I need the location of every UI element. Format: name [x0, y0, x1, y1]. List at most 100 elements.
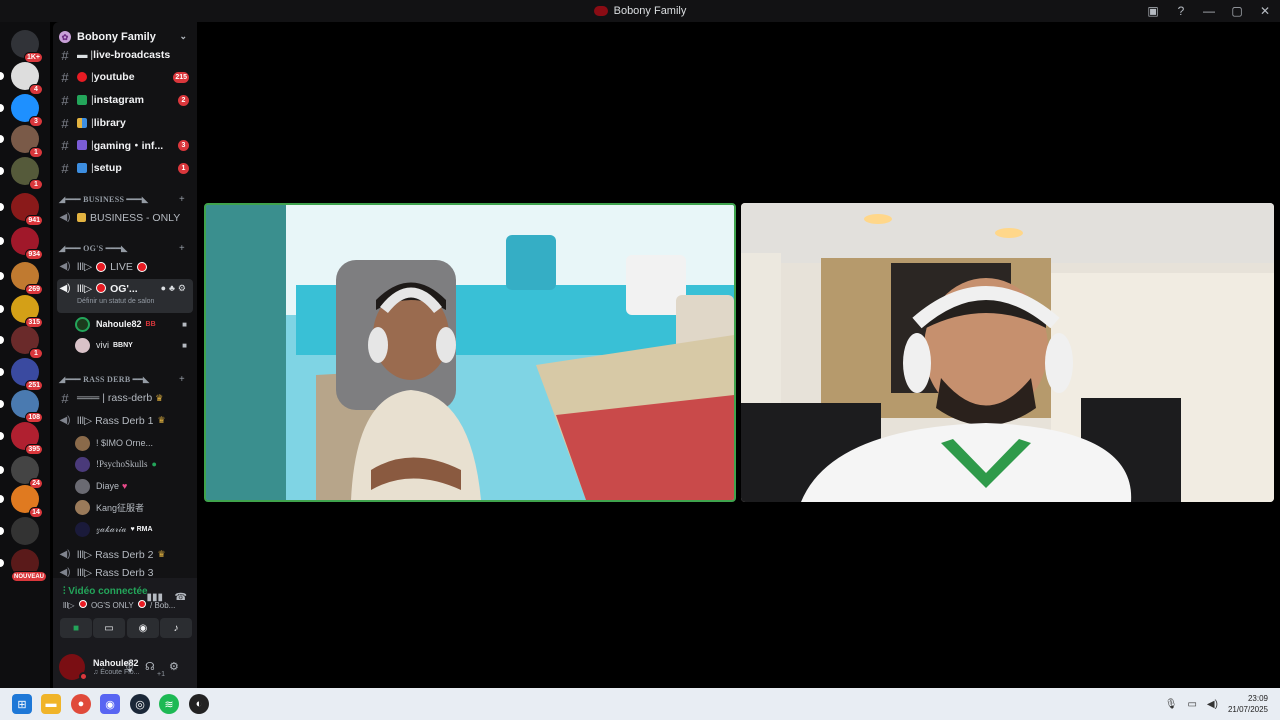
voice-channel-rass-derb-2[interactable]: ◀) lll▷ Rass Derb 2 ♛	[57, 544, 193, 565]
server-icon-server-3[interactable]: 3	[0, 94, 43, 127]
voice-user[interactable]: 𝓏𝒶𝓀𝒶𝓇𝒾𝒶 ♥ RMA	[75, 519, 191, 539]
settings-gear-icon[interactable]: ⚙	[169, 660, 179, 673]
chevron-down-icon[interactable]: ⌄	[179, 31, 187, 42]
monitor-icon	[77, 163, 87, 173]
gamepad-icon: ◉	[138, 622, 148, 634]
disconnect-icon[interactable]: ☎	[175, 592, 187, 603]
mention-badge: 14	[29, 507, 43, 518]
voice-user[interactable]: Kang征服者	[75, 497, 191, 517]
red-circle-icon	[78, 600, 87, 608]
channel-youtube[interactable]: # | youtube 215	[57, 67, 193, 87]
unread-pip	[0, 104, 4, 112]
minimize-icon[interactable]: —	[1202, 4, 1216, 18]
maximize-icon[interactable]: ▢	[1230, 4, 1244, 18]
channel-instagram[interactable]: # | instagram 2	[57, 90, 193, 110]
mention-badge: 2	[178, 95, 189, 106]
voice-channel-og-only[interactable]: ◀) lll▷ OG'... Définir un statut de salo…	[57, 279, 193, 313]
discord-icon[interactable]: ◉	[100, 694, 120, 714]
channel-live-broadcasts[interactable]: # ▬ | live-broadcasts	[57, 48, 193, 62]
camera-button[interactable]: ■	[60, 618, 92, 638]
help-icon[interactable]: ?	[1174, 4, 1188, 18]
add-channel-icon[interactable]: +	[179, 243, 185, 254]
lock-icon	[77, 213, 86, 222]
voice-channel-business[interactable]: ◀) BUSINESS - ONLY	[57, 207, 193, 228]
add-channel-icon[interactable]: +	[179, 194, 185, 205]
server-icon-server-4[interactable]: 1	[0, 125, 43, 158]
server-icon-server-5[interactable]: 1	[0, 157, 43, 190]
server-icon-server-15[interactable]: 14	[0, 485, 43, 518]
channel-name: Rass Derb 2	[95, 548, 154, 561]
channel-status[interactable]: Définir un statut de salon	[77, 298, 154, 305]
activity-button[interactable]: ◉	[127, 618, 159, 638]
steam-icon[interactable]: ◎	[130, 694, 150, 714]
channel-setup[interactable]: # | setup 1	[57, 158, 193, 178]
unread-pip	[0, 336, 4, 344]
server-icon-server-16[interactable]	[0, 517, 39, 545]
server-icon-server-11[interactable]: 251	[0, 358, 43, 391]
microphone-icon[interactable]: 🎙	[122, 660, 136, 673]
server-avatar	[11, 517, 39, 545]
user-tag: BBNY	[113, 341, 133, 349]
inbox-icon[interactable]: ▣	[1146, 4, 1160, 18]
server-icon-server-9[interactable]: 315	[0, 295, 43, 328]
windows-taskbar: ⊞ ▬ ● ◉ ◎ ≋ ◐ 🎙 ▭ ◀) 23:09 21/07/2025	[0, 688, 1280, 720]
voice-status[interactable]: ⫶ Vidéo connectée	[63, 586, 148, 597]
screen-share-button[interactable]: ▭	[93, 618, 125, 638]
channel-library[interactable]: # | library	[57, 113, 193, 133]
voice-channel-live[interactable]: ◀) lll▷ LIVE	[57, 256, 193, 277]
unread-pip	[0, 305, 4, 313]
add-channel-icon[interactable]: +	[179, 374, 185, 385]
video-tile[interactable]	[741, 203, 1274, 502]
avatar	[75, 521, 90, 537]
server-icon-home[interactable]: 1K+	[11, 30, 43, 63]
voice-user[interactable]: !PsychoSkulls ●	[75, 454, 191, 474]
volume-icon[interactable]: ◀)	[1207, 699, 1218, 710]
voice-user[interactable]: vivi BBNY ■	[75, 335, 191, 355]
app-icon[interactable]: ◐	[189, 694, 209, 714]
microphone-icon[interactable]: 🎙	[1165, 699, 1178, 710]
server-icon-server-12[interactable]: 108	[0, 390, 43, 423]
unread-pip	[0, 167, 4, 175]
server-icon-server-14[interactable]: 24	[0, 456, 43, 489]
unread-pip	[0, 272, 4, 280]
clock[interactable]: 23:09 21/07/2025	[1228, 693, 1268, 715]
user-name: Kang征服者	[96, 502, 145, 513]
channel-rass-derb[interactable]: # ═══ | rass-derb ♛	[57, 388, 193, 408]
category-label: ◢━━━ OG'S ━━━◣	[59, 243, 128, 253]
close-icon[interactable]: ✕	[1258, 4, 1272, 18]
server-icon-server-17[interactable]: NOUVEAU	[0, 549, 47, 582]
avatar	[75, 499, 90, 515]
category-business[interactable]: ◢━━━ BUSINESS ━━━◣ +	[59, 192, 191, 206]
voice-channel-rass-derb-3[interactable]: ◀) lll▷ Rass Derb 3	[57, 567, 193, 578]
voice-user[interactable]: Nahoule82 BB ■	[75, 314, 191, 334]
headphones-icon[interactable]: ☊	[145, 660, 155, 673]
chrome-icon[interactable]: ●	[71, 694, 91, 714]
voice-user[interactable]: ! $IMO Orne...	[75, 433, 191, 453]
server-logo-icon	[593, 6, 608, 16]
server-icon-server-13[interactable]: 395	[0, 422, 43, 455]
video-tile-speaking[interactable]	[204, 203, 736, 502]
spotify-icon[interactable]: ≋	[159, 694, 179, 714]
voice-user[interactable]: Diaye ♥	[75, 476, 191, 496]
category-rass-derb[interactable]: ◢━━━ RASS DERB ━━◣ +	[59, 372, 191, 386]
channel-prefix: lll▷	[77, 283, 93, 295]
channel-actions[interactable]: ●♣⚙	[161, 283, 189, 294]
channel-gaming[interactable]: # | gaming・inf... 3	[57, 135, 193, 155]
server-icon-server-10[interactable]: 1	[0, 326, 43, 359]
voice-channel-rass-derb-1[interactable]: ◀) lll▷ Rass Derb 1 ♛	[57, 410, 193, 431]
user-tag-text: RMA	[136, 525, 153, 533]
category-ogs[interactable]: ◢━━━ OG'S ━━━◣ +	[59, 241, 191, 255]
server-icon-server-8[interactable]: 269	[0, 262, 43, 295]
windows-start-icon[interactable]: ⊞	[12, 694, 32, 714]
unread-pip	[0, 237, 4, 245]
crown-icon: ♛	[157, 549, 166, 559]
soundwave-icon[interactable]: ▮▮▮	[146, 592, 163, 603]
file-explorer-icon[interactable]: ▬	[41, 694, 61, 714]
server-icon-server-2[interactable]: 4	[0, 62, 43, 95]
soundboard-button[interactable]: ♪	[160, 618, 192, 638]
network-icon[interactable]: ▭	[1187, 699, 1196, 710]
speaker-icon: ◀)	[59, 549, 71, 560]
server-icon-server-6[interactable]: 941	[0, 193, 43, 226]
server-icon-server-7[interactable]: 934	[0, 227, 43, 260]
camera-icon: ■	[182, 319, 187, 329]
